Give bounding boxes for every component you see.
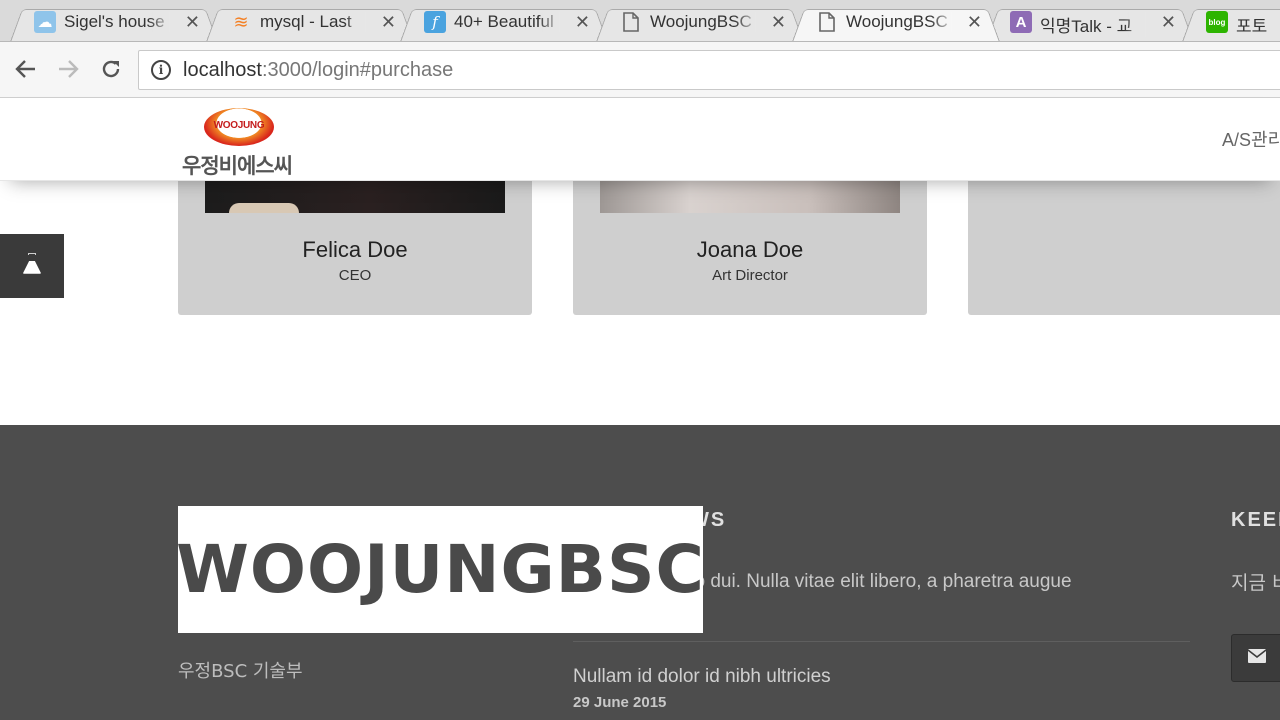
url-text[interactable]: localhost:3000/login#purchase [183, 59, 453, 82]
close-icon[interactable]: ✕ [771, 12, 786, 33]
news-divider [573, 641, 1190, 642]
blog-icon: blog [1206, 11, 1228, 33]
close-icon[interactable]: ✕ [1161, 12, 1176, 33]
envelope-icon [1247, 648, 1267, 668]
close-icon[interactable]: ✕ [381, 12, 396, 33]
tab-title: 익명Talk - 교 [1040, 12, 1150, 37]
email-button[interactable] [1231, 634, 1280, 682]
member-name: Felica Doe [302, 237, 408, 262]
footer-brand-logo: WOOJUNGBSC [176, 506, 704, 633]
team-card: Felica Doe CEO [178, 181, 532, 315]
team-card: Joana Doe Art Director [573, 181, 927, 315]
site-header: WOOJUNG 우정비에스씨 A/S관리 [0, 98, 1280, 181]
logo-text: 우정비에스씨 [182, 154, 293, 178]
close-icon[interactable]: ✕ [575, 12, 590, 33]
browser-tab-7[interactable]: blog 포토 [1182, 4, 1280, 41]
site-logo[interactable]: WOOJUNG 우정비에스씨 [182, 108, 302, 178]
back-arrow-icon[interactable] [11, 54, 41, 84]
tab-title: 40+ Beautiful [454, 12, 564, 32]
browser-tab-2[interactable]: ≋ mysql - Last ✕ [206, 4, 414, 41]
news-item-title[interactable]: Nullam id dolor id nibh ultricies [573, 666, 831, 688]
browser-tab-6[interactable]: A 익명Talk - 교 ✕ [986, 4, 1194, 41]
logo-badge: WOOJUNG [204, 108, 274, 146]
a-icon: A [1010, 11, 1032, 33]
browser-tab-5-active[interactable]: WoojungBSC ✕ [792, 4, 1000, 41]
site-footer: WOOJUNGBSC 우정BSC 기술부 WS Donec sed odio d… [0, 425, 1280, 720]
team-card [968, 181, 1280, 315]
weather-icon: ☁ [34, 11, 56, 33]
team-photo [600, 181, 900, 213]
browser-tab-4[interactable]: WoojungBSC ✕ [596, 4, 804, 41]
tab-title: 포토 [1236, 12, 1280, 37]
f-icon: f [424, 11, 446, 33]
stackoverflow-icon: ≋ [233, 11, 249, 32]
tab-title: mysql - Last [260, 12, 370, 32]
member-role: CEO [338, 267, 372, 284]
nav-item-as-management[interactable]: A/S관리 [1222, 126, 1280, 152]
address-bar[interactable]: i localhost:3000/login#purchase [138, 50, 1280, 90]
team-photo [205, 181, 505, 213]
tab-title: WoojungBSC [650, 12, 760, 32]
browser-tab-1[interactable]: ☁ Sigel's house ✕ [10, 4, 218, 41]
browser-toolbar: i localhost:3000/login#purchase [0, 42, 1280, 98]
tab-title: WoojungBSC [846, 12, 956, 32]
news-item-date: 29 June 2015 [573, 694, 667, 711]
team-section: Felica Doe CEO Joana Doe Art Director [0, 181, 1280, 425]
member-role: Art Director [712, 267, 788, 284]
page-icon [816, 11, 838, 33]
page-icon [620, 11, 642, 33]
reload-icon[interactable] [96, 54, 126, 84]
close-icon[interactable]: ✕ [967, 12, 982, 33]
info-icon[interactable]: i [151, 60, 171, 80]
close-icon[interactable]: ✕ [185, 12, 200, 33]
tab-strip: ☁ Sigel's house ✕ ≋ mysql - Last ✕ f 40+… [0, 0, 1280, 42]
forward-arrow-icon[interactable] [53, 54, 83, 84]
flask-tool-button[interactable] [0, 234, 64, 298]
keep-heading: KEEP [1231, 509, 1280, 531]
member-name: Joana Doe [696, 237, 804, 262]
footer-department: 우정BSC 기술부 [178, 661, 303, 682]
keep-text: 지금 비 [1231, 572, 1280, 594]
tab-title: Sigel's house [64, 12, 174, 32]
browser-tab-3[interactable]: f 40+ Beautiful ✕ [400, 4, 608, 41]
flask-icon [22, 252, 42, 280]
